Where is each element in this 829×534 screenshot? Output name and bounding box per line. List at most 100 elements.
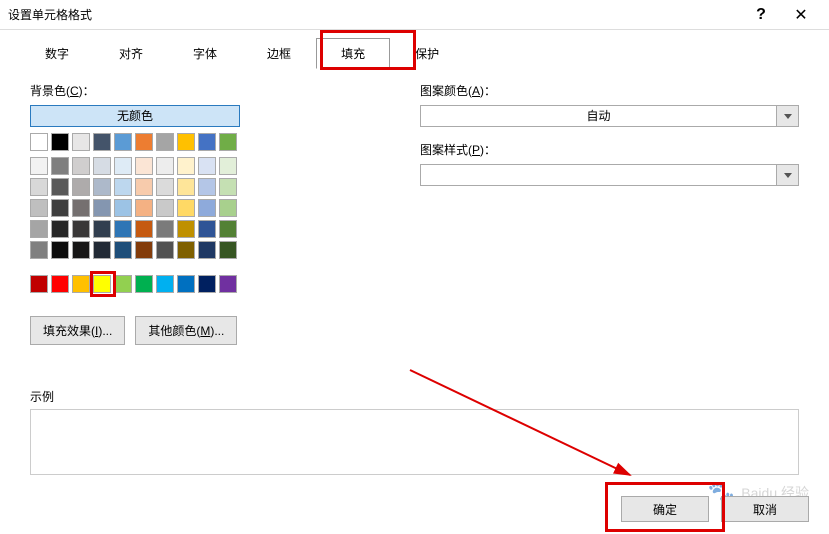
color-swatch[interactable] — [219, 157, 237, 175]
color-swatch[interactable] — [114, 220, 132, 238]
color-swatch[interactable] — [51, 178, 69, 196]
color-swatch[interactable] — [219, 241, 237, 259]
sample-preview — [30, 409, 799, 475]
cancel-button[interactable]: 取消 — [721, 496, 809, 522]
other-colors-button[interactable]: 其他颜色(M)... — [135, 316, 237, 345]
color-swatch[interactable] — [30, 157, 48, 175]
color-swatch[interactable] — [219, 275, 237, 293]
color-swatch[interactable] — [135, 199, 153, 217]
color-swatch[interactable] — [72, 275, 90, 293]
color-swatch[interactable] — [135, 133, 153, 151]
tab-fill[interactable]: 填充 — [316, 38, 390, 69]
color-swatch[interactable] — [114, 157, 132, 175]
color-swatch[interactable] — [135, 220, 153, 238]
color-swatch[interactable] — [156, 157, 174, 175]
dialog-buttons: 确定 取消 — [621, 496, 809, 522]
color-swatch[interactable] — [93, 199, 111, 217]
ok-button[interactable]: 确定 — [621, 496, 709, 522]
pattern-color-chevron[interactable] — [777, 105, 799, 127]
color-swatch[interactable] — [72, 199, 90, 217]
content-area: 背景色(C)： 无颜色 填充效果(I)... 其他颜色(M)... 图案颜色(A… — [0, 70, 829, 357]
color-swatch[interactable] — [156, 199, 174, 217]
color-swatch[interactable] — [198, 157, 216, 175]
color-swatch[interactable] — [51, 241, 69, 259]
color-swatch[interactable] — [72, 220, 90, 238]
color-swatch[interactable] — [30, 178, 48, 196]
pattern-color-label: 图案颜色(A)： — [420, 82, 799, 99]
pattern-style-dropdown[interactable] — [420, 164, 799, 186]
color-swatch[interactable] — [219, 220, 237, 238]
tab-number[interactable]: 数字 — [20, 38, 94, 69]
color-swatch[interactable] — [93, 220, 111, 238]
color-swatch[interactable] — [30, 220, 48, 238]
color-swatch[interactable] — [51, 199, 69, 217]
no-color-button[interactable]: 无颜色 — [30, 105, 240, 127]
color-swatch[interactable] — [177, 241, 195, 259]
color-swatch[interactable] — [72, 241, 90, 259]
color-swatch[interactable] — [135, 157, 153, 175]
color-swatch[interactable] — [30, 241, 48, 259]
help-button[interactable]: ? — [741, 0, 781, 30]
color-swatch[interactable] — [93, 241, 111, 259]
color-swatch[interactable] — [93, 133, 111, 151]
fill-action-buttons: 填充效果(I)... 其他颜色(M)... — [30, 316, 390, 345]
titlebar: 设置单元格格式 ? ✕ — [0, 0, 829, 30]
tab-protect[interactable]: 保护 — [390, 38, 464, 69]
color-swatch[interactable] — [114, 241, 132, 259]
color-swatch[interactable] — [30, 275, 48, 293]
color-swatch[interactable] — [177, 178, 195, 196]
color-swatch[interactable] — [198, 178, 216, 196]
color-swatch[interactable] — [219, 133, 237, 151]
color-swatch[interactable] — [219, 178, 237, 196]
color-swatch[interactable] — [72, 157, 90, 175]
color-swatch[interactable] — [177, 133, 195, 151]
color-swatch[interactable] — [198, 275, 216, 293]
tab-font[interactable]: 字体 — [168, 38, 242, 69]
color-swatch[interactable] — [135, 241, 153, 259]
right-column: 图案颜色(A)： 自动 图案样式(P)： — [420, 82, 799, 345]
color-swatch[interactable] — [198, 133, 216, 151]
standard-colors-wrap — [30, 275, 237, 293]
color-swatch[interactable] — [177, 275, 195, 293]
color-swatch[interactable] — [156, 220, 174, 238]
color-grid-standard — [30, 275, 237, 293]
pattern-color-dropdown[interactable]: 自动 — [420, 105, 799, 127]
bgcolor-label: 背景色(C)： — [30, 82, 390, 99]
color-swatch[interactable] — [198, 199, 216, 217]
color-swatch[interactable] — [51, 133, 69, 151]
color-swatch[interactable] — [51, 220, 69, 238]
color-swatch[interactable] — [198, 241, 216, 259]
color-swatch[interactable] — [51, 275, 69, 293]
color-swatch[interactable] — [198, 220, 216, 238]
color-swatch[interactable] — [93, 178, 111, 196]
color-swatch[interactable] — [156, 241, 174, 259]
color-swatch[interactable] — [93, 275, 111, 293]
fill-effects-button[interactable]: 填充效果(I)... — [30, 316, 125, 345]
color-swatch[interactable] — [156, 178, 174, 196]
color-swatch[interactable] — [114, 199, 132, 217]
color-swatch[interactable] — [135, 178, 153, 196]
window-title: 设置单元格格式 — [8, 6, 741, 23]
color-swatch[interactable] — [156, 275, 174, 293]
close-button[interactable]: ✕ — [781, 0, 821, 30]
color-swatch[interactable] — [51, 157, 69, 175]
color-swatch[interactable] — [135, 275, 153, 293]
color-swatch[interactable] — [219, 199, 237, 217]
color-swatch[interactable] — [30, 133, 48, 151]
pattern-style-chevron[interactable] — [777, 164, 799, 186]
color-swatch[interactable] — [72, 133, 90, 151]
tab-border[interactable]: 边框 — [242, 38, 316, 69]
color-swatch[interactable] — [177, 220, 195, 238]
chevron-down-icon — [784, 173, 792, 178]
color-swatch[interactable] — [30, 199, 48, 217]
color-swatch[interactable] — [177, 157, 195, 175]
color-swatch[interactable] — [156, 133, 174, 151]
color-swatch[interactable] — [72, 178, 90, 196]
color-swatch[interactable] — [177, 199, 195, 217]
color-swatch[interactable] — [114, 133, 132, 151]
color-swatch[interactable] — [114, 178, 132, 196]
color-swatch[interactable] — [93, 157, 111, 175]
color-swatch[interactable] — [114, 275, 132, 293]
pattern-color-value: 自动 — [420, 105, 777, 127]
tab-align[interactable]: 对齐 — [94, 38, 168, 69]
